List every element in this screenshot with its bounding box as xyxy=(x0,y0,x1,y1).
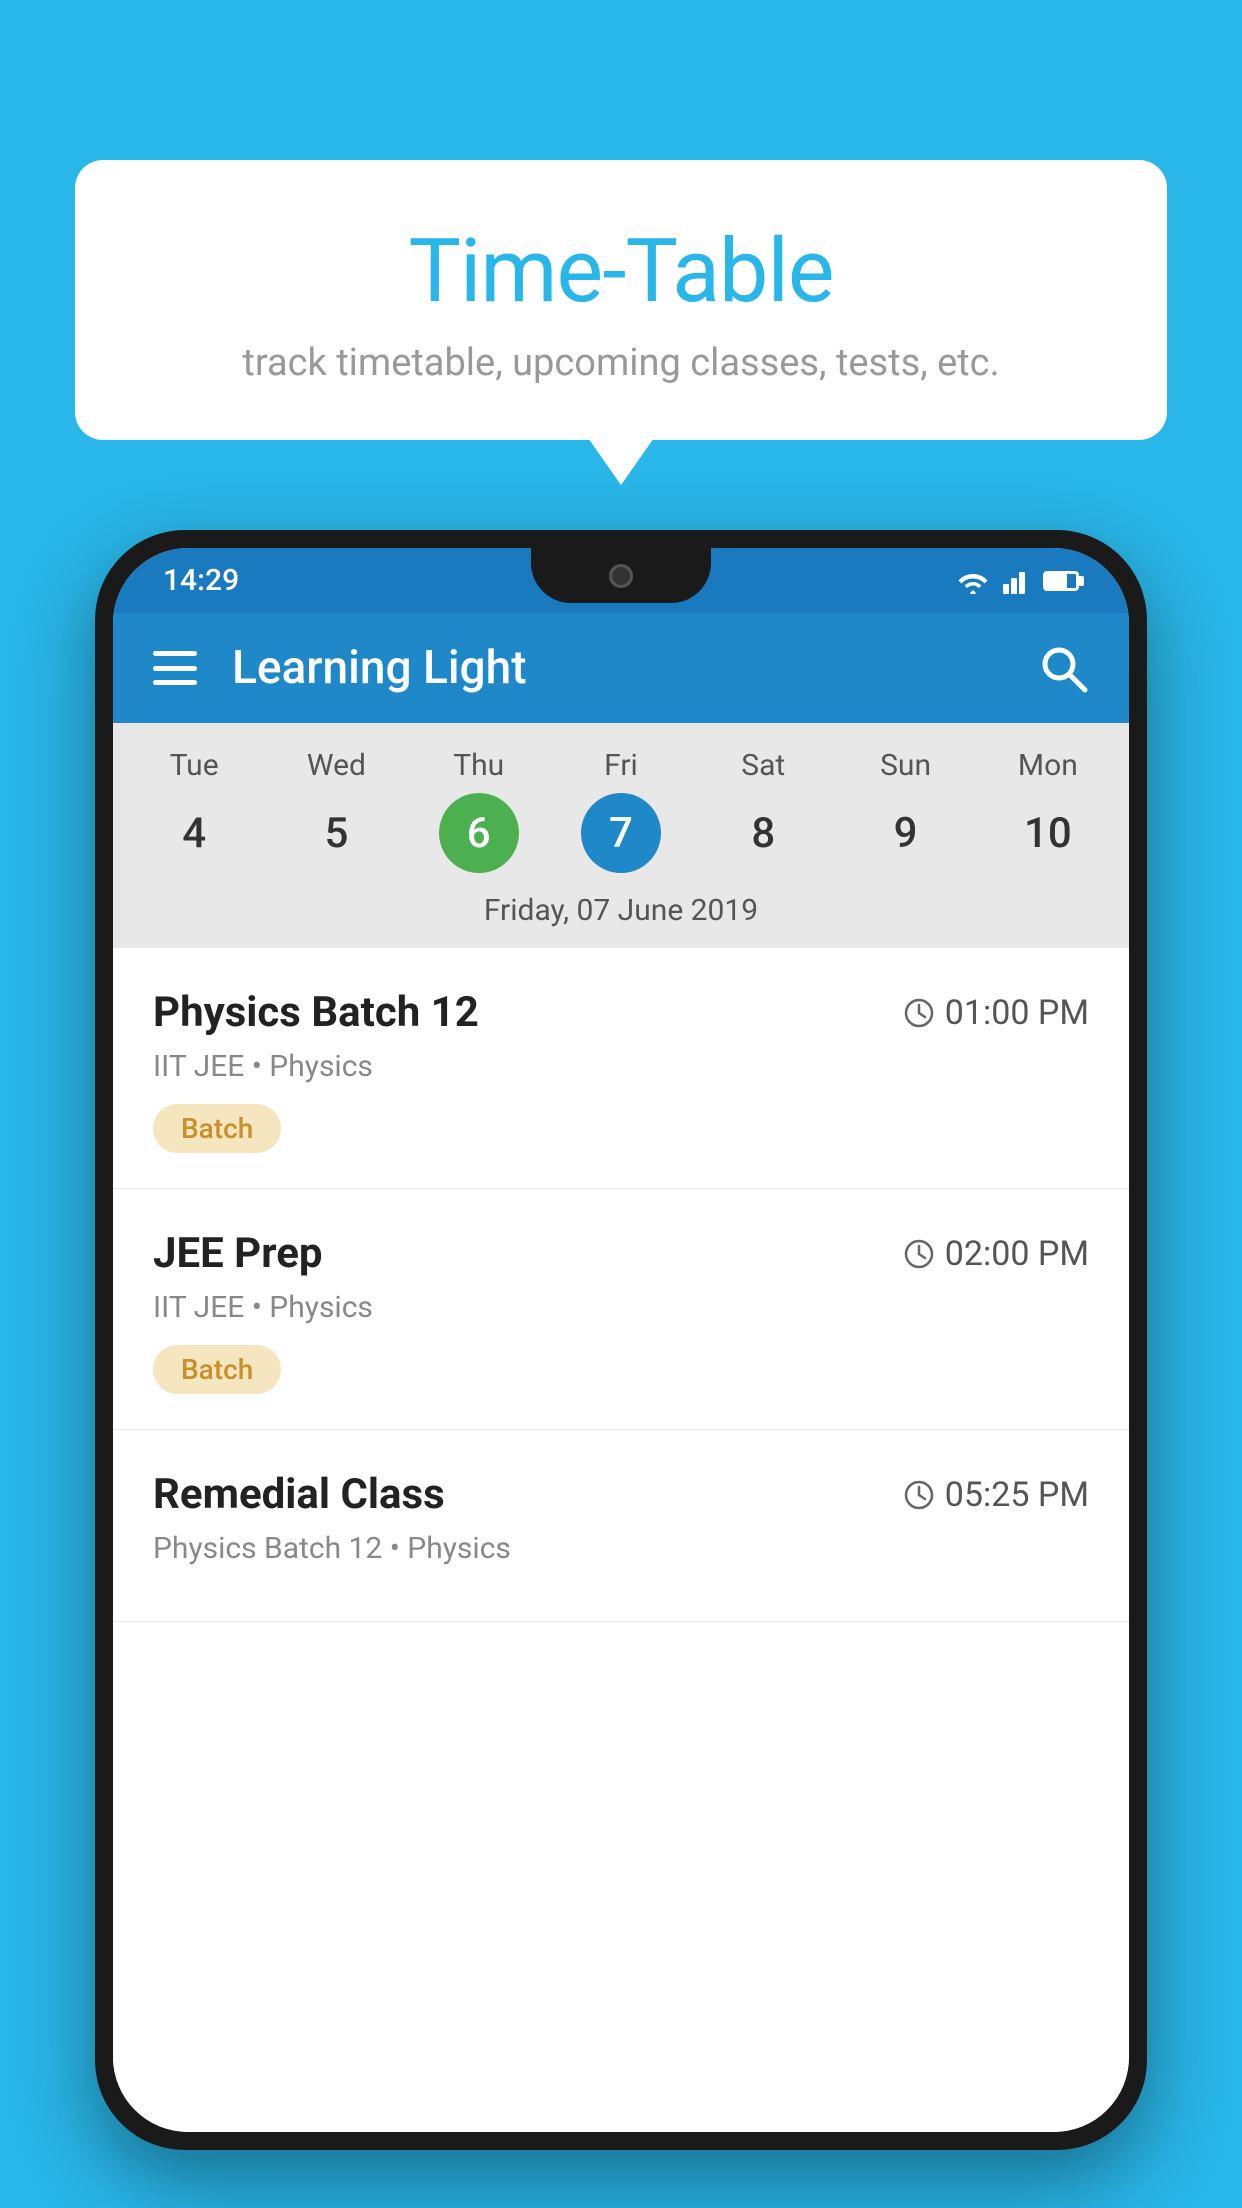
hamburger-line-3 xyxy=(153,680,197,685)
day-10[interactable]: 10 xyxy=(977,793,1119,873)
app-bar-title: Learning Light xyxy=(232,641,1037,695)
item-3-time: 05:25 PM xyxy=(903,1475,1089,1515)
battery-icon xyxy=(1043,571,1079,591)
item-1-name: Physics Batch 12 xyxy=(153,988,479,1037)
wifi-icon xyxy=(955,568,991,594)
clock-icon-2 xyxy=(903,1238,935,1270)
item-2-time: 02:00 PM xyxy=(903,1234,1089,1274)
hamburger-line-1 xyxy=(153,651,197,656)
day-header-tue: Tue xyxy=(123,748,265,783)
phone-frame: 14:29 xyxy=(95,530,1147,2150)
item-3-name: Remedial Class xyxy=(153,1470,445,1519)
day-header-fri: Fri xyxy=(550,748,692,783)
clock-icon-1 xyxy=(903,997,935,1029)
clock-icon-3 xyxy=(903,1479,935,1511)
schedule-item-3[interactable]: Remedial Class 05:25 PM Physics Batch 12… xyxy=(113,1430,1129,1622)
hamburger-menu-icon[interactable] xyxy=(153,651,197,685)
schedule-item-2[interactable]: JEE Prep 02:00 PM IIT JEE • Physics Batc… xyxy=(113,1189,1129,1430)
bubble-title: Time-Table xyxy=(125,220,1117,323)
day-header-mon: Mon xyxy=(977,748,1119,783)
day-4[interactable]: 4 xyxy=(123,793,265,873)
bubble-subtitle: track timetable, upcoming classes, tests… xyxy=(125,341,1117,385)
speech-bubble: Time-Table track timetable, upcoming cla… xyxy=(75,160,1167,440)
day-9[interactable]: 9 xyxy=(834,793,976,873)
schedule-list: Physics Batch 12 01:00 PM IIT JEE • Phys… xyxy=(113,948,1129,2132)
day-header-thu: Thu xyxy=(408,748,550,783)
item-2-badge: Batch xyxy=(153,1345,281,1394)
item-2-meta: IIT JEE • Physics xyxy=(153,1290,1089,1325)
item-2-header: JEE Prep 02:00 PM xyxy=(153,1229,1089,1278)
item-1-badge: Batch xyxy=(153,1104,281,1153)
camera-dot xyxy=(609,564,633,588)
selected-date-label: Friday, 07 June 2019 xyxy=(123,883,1119,933)
status-time: 14:29 xyxy=(163,563,239,598)
item-3-header: Remedial Class 05:25 PM xyxy=(153,1470,1089,1519)
item-1-time: 01:00 PM xyxy=(903,993,1089,1033)
day-numbers: 4 5 6 7 8 9 10 xyxy=(123,793,1119,873)
item-1-meta: IIT JEE • Physics xyxy=(153,1049,1089,1084)
hamburger-line-2 xyxy=(153,666,197,671)
day-header-sun: Sun xyxy=(834,748,976,783)
phone-notch xyxy=(531,548,711,603)
phone-container: 14:29 xyxy=(95,530,1147,2208)
day-header-sat: Sat xyxy=(692,748,834,783)
item-2-name: JEE Prep xyxy=(153,1229,323,1278)
phone-screen: 14:29 xyxy=(113,548,1129,2132)
day-8[interactable]: 8 xyxy=(692,793,834,873)
day-headers: Tue Wed Thu Fri Sat Sun Mon xyxy=(123,748,1119,783)
day-7-selected[interactable]: 7 xyxy=(581,793,661,873)
item-1-header: Physics Batch 12 01:00 PM xyxy=(153,988,1089,1037)
app-bar: Learning Light xyxy=(113,613,1129,723)
item-3-meta: Physics Batch 12 • Physics xyxy=(153,1531,1089,1566)
status-icons xyxy=(955,568,1079,594)
day-6-today[interactable]: 6 xyxy=(439,793,519,873)
day-5[interactable]: 5 xyxy=(265,793,407,873)
signal-icon xyxy=(1003,568,1031,594)
day-header-wed: Wed xyxy=(265,748,407,783)
search-icon[interactable] xyxy=(1037,642,1089,694)
schedule-item-1[interactable]: Physics Batch 12 01:00 PM IIT JEE • Phys… xyxy=(113,948,1129,1189)
calendar-strip: Tue Wed Thu Fri Sat Sun Mon 4 5 6 7 8 9 … xyxy=(113,723,1129,948)
